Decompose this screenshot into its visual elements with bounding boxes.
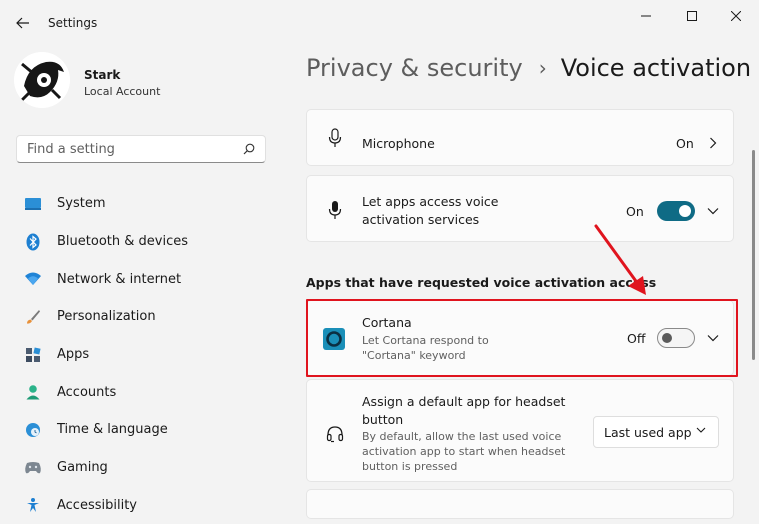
person-icon — [24, 383, 42, 401]
breadcrumb: Privacy & security › Voice activation — [306, 54, 751, 82]
microphone-icon — [325, 128, 345, 148]
search-icon[interactable] — [243, 143, 255, 155]
microphone-title: Microphone — [362, 135, 435, 153]
page-title: Voice activation — [561, 54, 751, 82]
voice-access-toggle[interactable] — [657, 201, 695, 221]
sidebar-item-label: Bluetooth & devices — [57, 234, 188, 249]
cortana-setting-card[interactable]: Cortana Let Cortana respond to "Cortana"… — [306, 300, 734, 376]
globe-clock-icon — [24, 421, 42, 439]
sidebar-item-label: Accessibility — [57, 498, 137, 513]
search-input[interactable] — [25, 141, 229, 158]
brush-icon — [24, 308, 42, 326]
minimize-button[interactable] — [626, 4, 666, 28]
default-app-dropdown[interactable]: Last used app — [593, 416, 719, 448]
toggle-knob — [679, 205, 691, 217]
chevron-down-icon — [696, 427, 706, 434]
voice-access-title-line1: Let apps access voice — [362, 193, 499, 211]
sidebar-nav: System Bluetooth & devices Network & int… — [16, 185, 276, 524]
sidebar-item-accessibility[interactable]: Accessibility — [16, 487, 276, 524]
sidebar-item-label: Network & internet — [57, 272, 181, 287]
accessibility-icon — [24, 496, 42, 514]
bluetooth-icon — [24, 233, 42, 251]
sidebar-item-label: Apps — [57, 347, 89, 362]
avatar[interactable] — [14, 52, 70, 108]
headset-title-line2: button — [362, 411, 403, 429]
scrollbar[interactable] — [752, 150, 755, 360]
cortana-desc-line2: "Cortana" keyword — [362, 348, 466, 363]
voice-access-state: On — [626, 204, 644, 219]
microphone-filled-icon — [325, 200, 345, 220]
headset-title-line1: Assign a default app for headset — [362, 393, 565, 411]
maximize-icon — [687, 11, 697, 21]
breadcrumb-separator: › — [539, 56, 547, 80]
sidebar-item-network[interactable]: Network & internet — [16, 260, 276, 298]
chevron-down-icon[interactable] — [707, 334, 719, 342]
controller-icon — [24, 459, 42, 477]
sidebar-item-label: Accounts — [57, 385, 116, 400]
maximize-button[interactable] — [672, 4, 712, 28]
cortana-state: Off — [627, 331, 645, 346]
chevron-right-icon[interactable] — [709, 137, 717, 149]
sidebar-item-time-language[interactable]: Time & language — [16, 411, 276, 449]
sidebar-item-label: Time & language — [57, 422, 168, 437]
back-button[interactable] — [12, 12, 34, 34]
dropdown-value: Last used app — [604, 425, 692, 440]
next-setting-card[interactable] — [306, 489, 734, 519]
sidebar-item-label: System — [57, 196, 105, 211]
microphone-setting-card[interactable]: Microphone On — [306, 109, 734, 166]
sidebar-item-bluetooth[interactable]: Bluetooth & devices — [16, 223, 276, 261]
sidebar-item-system[interactable]: System — [16, 185, 276, 223]
title-bar: Settings — [0, 0, 759, 44]
voice-access-title-line2: activation services — [362, 211, 479, 229]
cortana-toggle[interactable] — [657, 328, 695, 348]
headset-desc-line3: button is pressed — [362, 459, 457, 474]
wifi-icon — [24, 270, 42, 288]
headset-desc-line2: activation app to start when headset — [362, 444, 565, 459]
microphone-state: On — [676, 136, 694, 151]
sidebar-item-label: Gaming — [57, 460, 108, 475]
section-heading: Apps that have requested voice activatio… — [306, 275, 656, 290]
cortana-desc-line1: Let Cortana respond to — [362, 333, 489, 348]
close-icon — [731, 11, 741, 21]
sidebar-item-label: Personalization — [57, 309, 156, 324]
cortana-title: Cortana — [362, 314, 412, 332]
chevron-down-icon[interactable] — [707, 207, 719, 215]
breadcrumb-parent[interactable]: Privacy & security — [306, 54, 523, 82]
voice-activation-access-card[interactable]: Let apps access voice activation service… — [306, 175, 734, 242]
sidebar-item-gaming[interactable]: Gaming — [16, 449, 276, 487]
toggle-knob — [662, 333, 672, 343]
apps-icon — [24, 346, 42, 364]
sidebar-item-accounts[interactable]: Accounts — [16, 373, 276, 411]
monitor-icon — [24, 195, 42, 213]
sidebar-item-personalization[interactable]: Personalization — [16, 298, 276, 336]
minimize-icon — [641, 11, 651, 21]
sidebar-item-apps[interactable]: Apps — [16, 336, 276, 374]
headset-icon — [325, 424, 345, 444]
account-type: Local Account — [84, 85, 160, 98]
headset-desc-line1: By default, allow the last used voice — [362, 429, 561, 444]
user-name: Stark — [84, 68, 120, 82]
avatar-logo-icon — [14, 52, 70, 108]
back-arrow-icon — [16, 17, 30, 29]
search-box[interactable] — [16, 135, 266, 163]
app-title: Settings — [48, 16, 97, 30]
cortana-icon — [322, 327, 346, 351]
close-button[interactable] — [716, 4, 756, 28]
